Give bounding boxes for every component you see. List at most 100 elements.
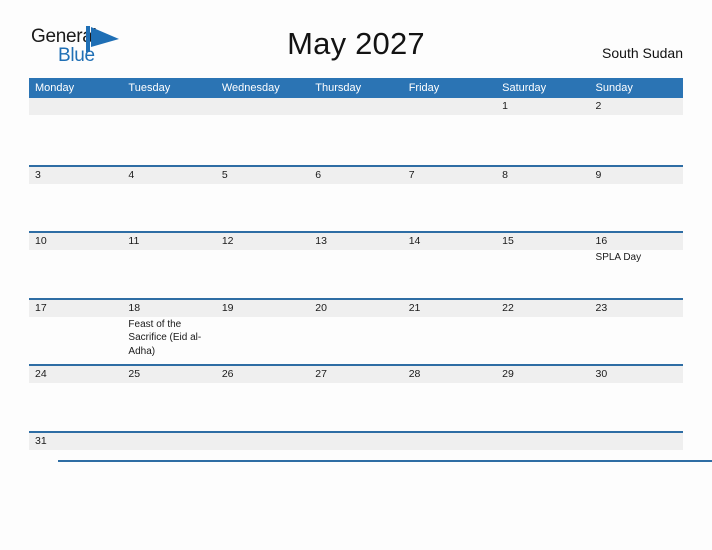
day-number-band: 9 [589, 166, 683, 184]
day-number: 8 [502, 168, 508, 181]
calendar-day-cell[interactable]: 15 [496, 233, 590, 298]
day-number-band [122, 432, 216, 450]
day-number: 9 [595, 168, 602, 181]
holiday-event: Feast of the Sacrifice (Eid al-Adha) [128, 318, 202, 357]
day-events [216, 115, 309, 116]
day-number: 29 [502, 368, 514, 380]
day-number: 21 [408, 301, 421, 314]
day-events [590, 115, 683, 116]
calendar-day-cell[interactable]: 8 [496, 166, 590, 231]
calendar-day-cell[interactable]: 12 [215, 233, 310, 298]
calendar-day-cell[interactable]: 17 [29, 299, 123, 364]
day-events [590, 450, 683, 451]
calendar-day-cell[interactable]: 28 [402, 366, 497, 431]
calendar-day-cell[interactable]: 16 SPLA Day [589, 233, 683, 298]
calendar-bottom-rule [58, 459, 712, 462]
day-number: 19 [221, 301, 234, 314]
calendar-day-cell[interactable]: 27 [309, 366, 403, 431]
day-events [309, 383, 402, 384]
day-events [29, 115, 122, 116]
calendar-day-cell[interactable]: 4 [122, 166, 216, 231]
calendar-day-cell[interactable]: 10 [29, 233, 123, 298]
day-events [29, 317, 122, 318]
page-header: General Blue May 2027 South Sudan [0, 0, 712, 76]
day-number-band: 20 [309, 299, 403, 317]
calendar-day-cell[interactable]: 25 [122, 366, 216, 431]
calendar-day-cell[interactable]: 9 [589, 166, 683, 231]
day-number-band: 1 [496, 98, 590, 115]
day-number: 7 [408, 168, 415, 181]
day-number: 11 [128, 235, 140, 247]
calendar-day-cell[interactable]: 2 [589, 98, 683, 165]
calendar-grid: Monday Tuesday Wednesday Thursday Friday… [29, 78, 712, 462]
calendar-day-cell[interactable]: 13 [309, 233, 403, 298]
day-number-band: 24 [29, 366, 123, 383]
day-number-band: 28 [402, 366, 497, 383]
calendar-day-cell[interactable]: 29 [496, 366, 590, 431]
day-events [216, 250, 309, 251]
day-number: 28 [408, 368, 421, 380]
day-number-band [215, 432, 310, 450]
day-number-band: 3 [29, 166, 123, 184]
day-events: Feast of the Sacrifice (Eid al-Adha) [122, 317, 215, 359]
calendar-day-cell[interactable]: 1 [496, 98, 590, 165]
day-events [29, 250, 122, 251]
calendar-day-cell[interactable]: 5 [215, 166, 310, 231]
day-events [590, 317, 683, 318]
day-events [216, 383, 309, 384]
calendar-day-cell[interactable]: 19 [215, 299, 310, 364]
calendar-day-cell-empty [496, 432, 590, 460]
calendar-week-row: 24 25 26 27 28 29 30 [29, 364, 683, 431]
calendar-day-cell[interactable]: 14 [402, 233, 497, 298]
calendar-day-cell-empty [122, 432, 216, 460]
day-number: 18 [128, 301, 141, 314]
calendar-day-cell[interactable]: 21 [402, 299, 497, 364]
day-number-band [402, 432, 497, 450]
calendar-week-row: 10 11 12 13 14 15 16 SPLA Day [29, 231, 683, 298]
day-number-band: 6 [309, 166, 403, 184]
calendar-week-row: 17 18 Feast of the Sacrifice (Eid al-Adha)… [29, 297, 683, 364]
day-events [590, 184, 683, 185]
day-number-band: 13 [309, 233, 403, 250]
calendar-day-cell-empty [589, 432, 683, 460]
day-number-band: 31 [29, 432, 123, 450]
calendar-day-cell[interactable]: 7 [402, 166, 497, 231]
calendar-day-cell[interactable]: 11 [122, 233, 216, 298]
calendar-day-cell[interactable]: 31 [29, 432, 123, 460]
day-number-band: 25 [122, 366, 216, 383]
weekday-header-monday: Monday [35, 82, 75, 94]
day-number: 16 [595, 235, 608, 247]
day-number: 31 [35, 434, 47, 447]
calendar-day-cell-empty [402, 98, 497, 165]
holiday-event: SPLA Day [595, 252, 642, 263]
day-number-band [402, 98, 497, 115]
day-events [216, 317, 309, 318]
calendar-day-cell[interactable]: 26 [215, 366, 310, 431]
calendar-day-cell[interactable]: 18 Feast of the Sacrifice (Eid al-Adha) [122, 299, 216, 364]
day-number-band: 16 [589, 233, 683, 250]
day-number: 20 [315, 301, 327, 314]
calendar-day-cell-empty [309, 98, 403, 165]
calendar-day-cell-empty [122, 98, 216, 165]
day-events [403, 184, 496, 185]
calendar-day-cell[interactable]: 3 [29, 166, 123, 231]
day-number-band: 18 [122, 299, 216, 317]
day-number: 26 [221, 368, 234, 380]
day-events [122, 383, 215, 384]
calendar-day-cell[interactable]: 6 [309, 166, 403, 231]
day-number-band: 11 [122, 233, 216, 250]
day-events [122, 250, 215, 251]
calendar-day-cell[interactable]: 23 [589, 299, 683, 364]
calendar-day-cell[interactable]: 24 [29, 366, 123, 431]
day-number: 12 [221, 235, 234, 247]
day-events [309, 450, 402, 451]
day-number: 23 [595, 301, 608, 314]
calendar-day-cell[interactable]: 20 [309, 299, 403, 364]
calendar-day-cell[interactable]: 22 [496, 299, 590, 364]
weekday-header-thursday: Thursday [315, 82, 362, 94]
day-events [122, 115, 215, 116]
day-events [309, 317, 402, 318]
calendar-day-cell-empty [215, 432, 310, 460]
day-number-band: 8 [496, 166, 590, 184]
calendar-day-cell[interactable]: 30 [589, 366, 683, 431]
